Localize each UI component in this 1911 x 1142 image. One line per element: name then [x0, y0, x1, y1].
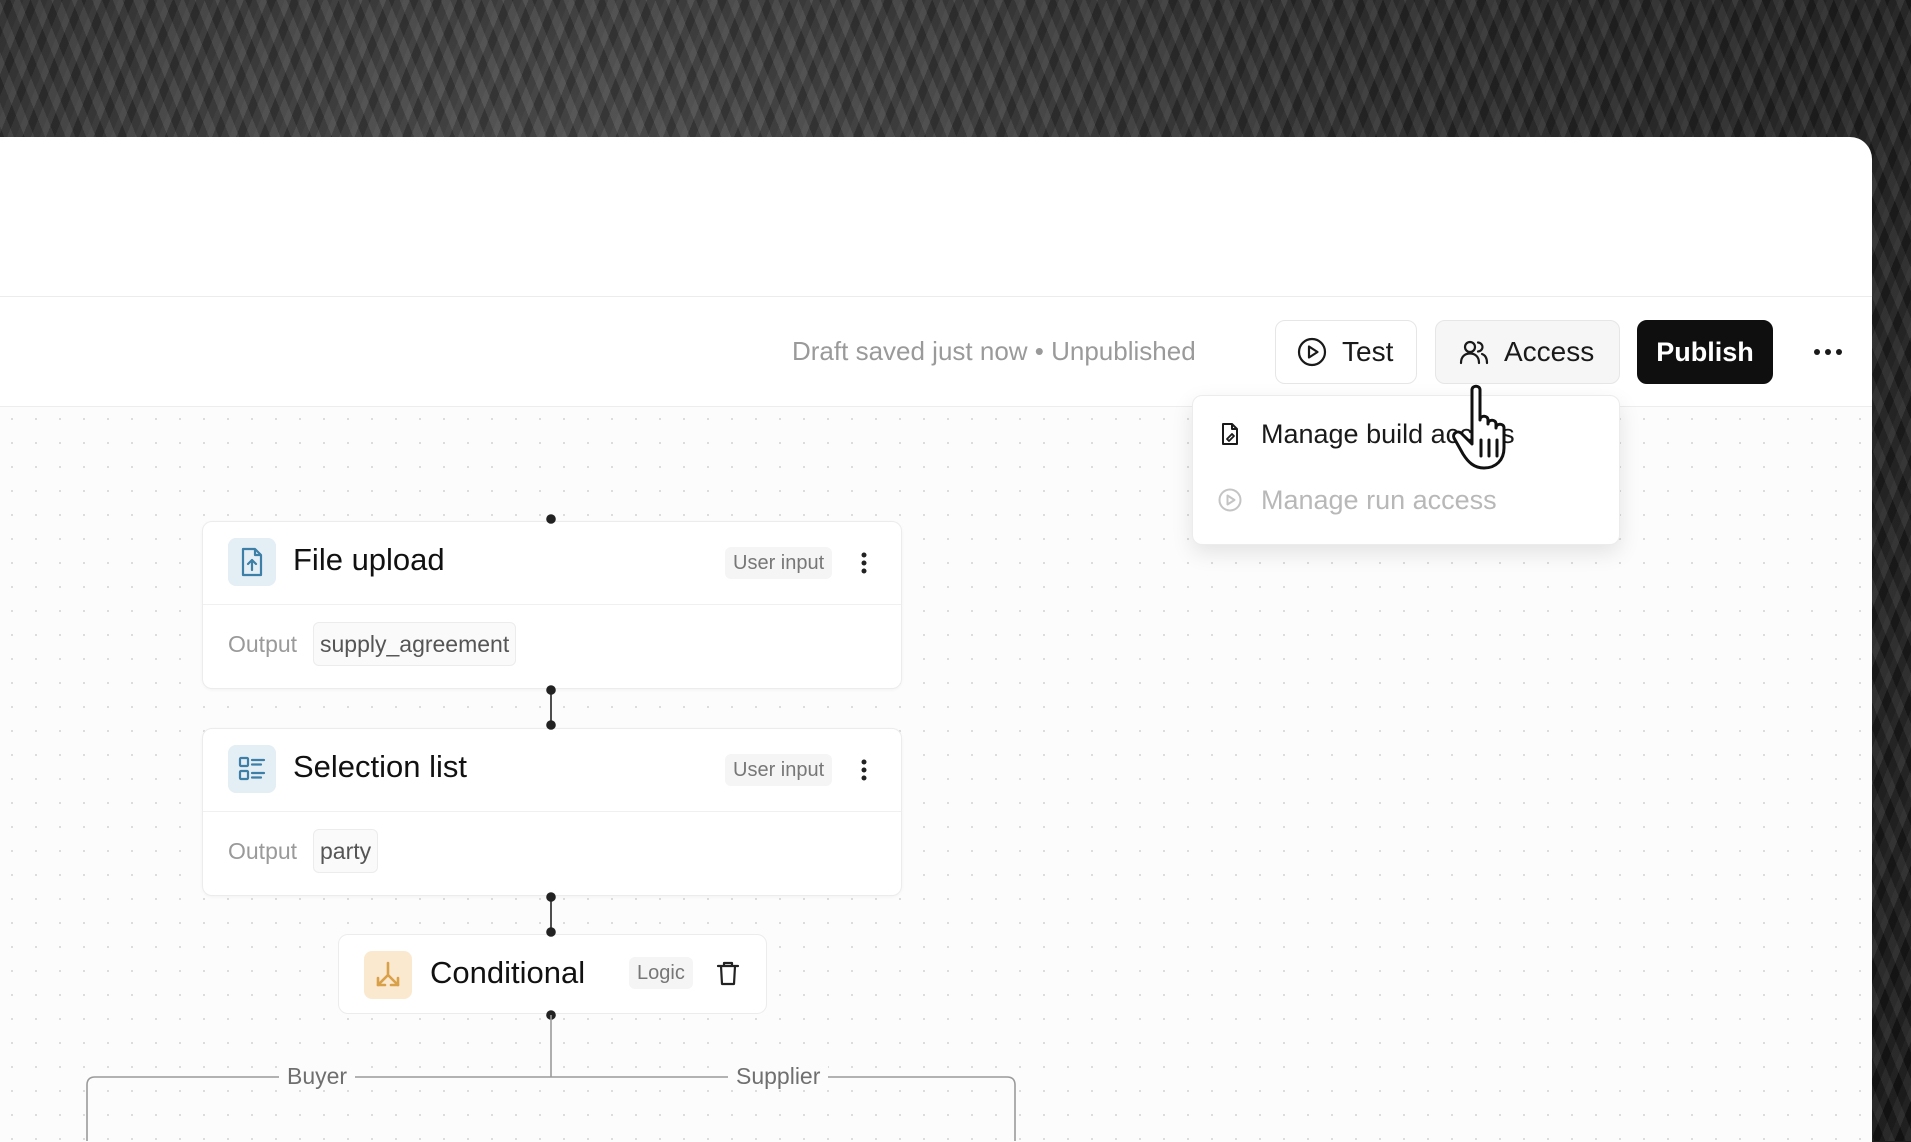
- node-header: Selection list User input: [203, 729, 901, 812]
- output-label: Output: [228, 631, 298, 657]
- selection-list-icon: [228, 745, 276, 793]
- branch-label-buyer: Buyer: [279, 1063, 356, 1090]
- output-variable-chip[interactable]: supply_agreement: [313, 622, 517, 666]
- node-menu-icon[interactable]: [858, 755, 870, 785]
- manage-run-access-item[interactable]: Manage run access: [1217, 480, 1497, 520]
- play-circle-icon: [1296, 336, 1328, 368]
- test-button-label: Test: [1342, 336, 1394, 367]
- node-header: File upload User input: [203, 522, 901, 605]
- header-divider: [0, 296, 1872, 297]
- access-button-label: Access: [1504, 336, 1595, 367]
- conditional-node[interactable]: Conditional Logic: [338, 934, 767, 1014]
- split-arrows-icon: [364, 951, 412, 999]
- file-upload-icon: [228, 538, 276, 586]
- access-button[interactable]: Access: [1435, 320, 1620, 384]
- more-options-icon[interactable]: [1808, 336, 1848, 368]
- node-title: Selection list: [293, 749, 468, 784]
- hand-cursor-icon: [1450, 382, 1530, 472]
- output-label: Output: [228, 838, 298, 864]
- selection-list-node[interactable]: Selection list User input Output party: [202, 728, 902, 896]
- users-icon: [1458, 336, 1490, 368]
- build-file-icon: [1217, 421, 1243, 447]
- publish-button[interactable]: Publish: [1637, 320, 1773, 384]
- manage-run-access-label: Manage run access: [1261, 484, 1497, 515]
- access-dropdown-menu: Manage build access Manage run access: [1192, 395, 1620, 545]
- node-menu-icon[interactable]: [858, 548, 870, 578]
- file-upload-node[interactable]: File upload User input Output supply_agr…: [202, 521, 902, 689]
- save-status: Draft saved just now • Unpublished: [792, 336, 1196, 366]
- node-type-badge: User input: [725, 754, 833, 786]
- test-button[interactable]: Test: [1275, 320, 1417, 384]
- branch-label-supplier: Supplier: [728, 1063, 829, 1090]
- node-type-badge: User input: [725, 547, 833, 579]
- output-variable-chip[interactable]: party: [313, 829, 379, 873]
- trash-icon[interactable]: [715, 959, 743, 989]
- node-title: File upload: [293, 542, 445, 577]
- play-circle-icon: [1217, 487, 1243, 513]
- node-title: Conditional: [430, 955, 586, 990]
- node-type-badge: Logic: [629, 957, 693, 989]
